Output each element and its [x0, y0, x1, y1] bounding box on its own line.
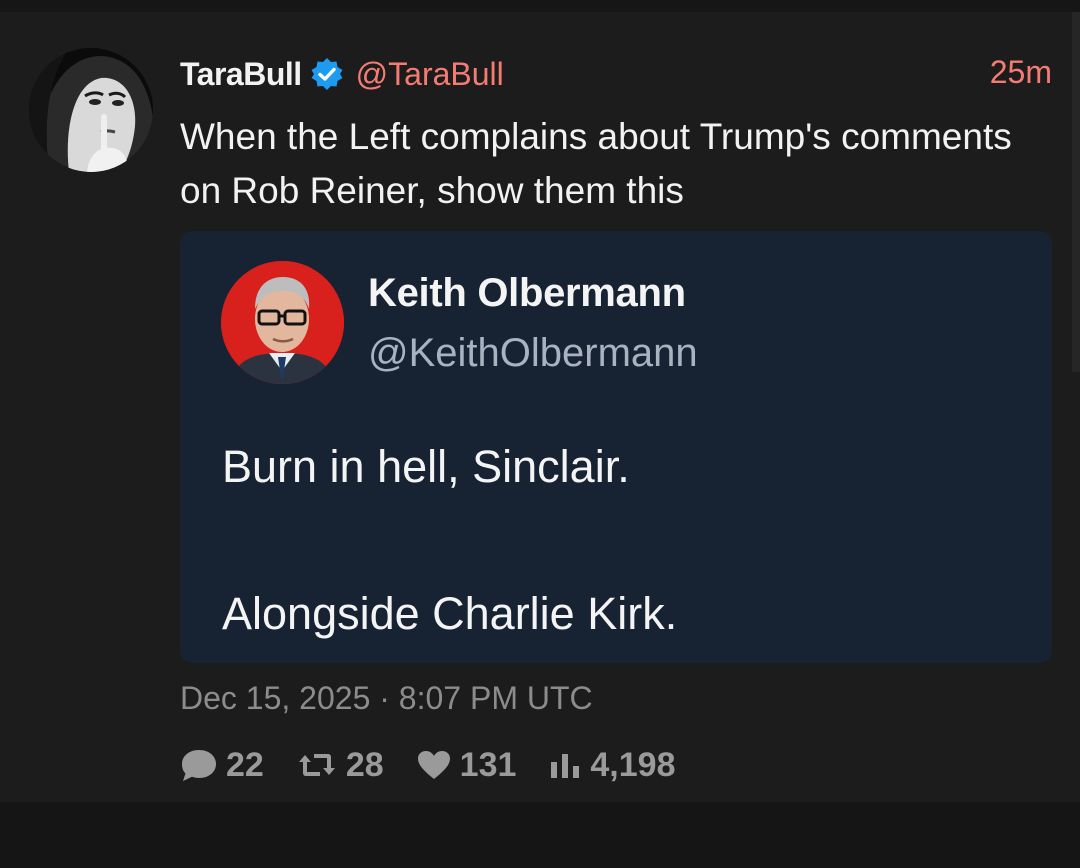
- author-line: TaraBull @TaraBull: [180, 54, 504, 94]
- tweet[interactable]: TaraBull @TaraBull 25m When the Left com…: [0, 12, 1080, 802]
- bottom-divider: [0, 802, 1080, 868]
- retweet-count: 28: [345, 745, 384, 784]
- retweet-icon: [298, 754, 335, 776]
- quoted-tweet-image[interactable]: Keith Olbermann @KeithOlbermann Burn in …: [180, 231, 1052, 663]
- quoted-text-line-1: Burn in hell, Sinclair.: [222, 441, 630, 492]
- scrollbar[interactable]: [1072, 12, 1080, 372]
- like-count: 131: [459, 745, 517, 784]
- author-avatar[interactable]: [29, 48, 153, 172]
- author-handle[interactable]: @TaraBull: [356, 56, 504, 93]
- like-button[interactable]: 131: [416, 745, 517, 785]
- bar-chart-icon: [551, 754, 580, 778]
- top-divider: [0, 0, 1080, 12]
- author-display-name[interactable]: TaraBull: [180, 56, 302, 93]
- retweet-button[interactable]: 28: [296, 746, 384, 785]
- tweet-time-ago[interactable]: 25m: [990, 54, 1052, 91]
- heart-icon: [417, 751, 450, 779]
- view-count: 4,198: [590, 745, 676, 784]
- quoted-handle: @KeithOlbermann: [368, 331, 698, 375]
- tweet-text: When the Left complains about Trump's co…: [180, 116, 1012, 211]
- views-button[interactable]: 4,198: [548, 746, 675, 785]
- reply-count: 22: [226, 745, 264, 784]
- quoted-avatar: [221, 261, 344, 384]
- verified-badge-icon: [310, 57, 344, 91]
- reply-icon: [182, 750, 216, 781]
- quoted-display-name: Keith Olbermann: [368, 271, 686, 315]
- reply-button[interactable]: 22: [180, 746, 264, 785]
- tweet-date[interactable]: Dec 15, 2025 · 8:07 PM UTC: [180, 680, 593, 717]
- tweet-stats: 22 28 131 4,198: [180, 742, 707, 788]
- quoted-text-line-2: Alongside Charlie Kirk.: [222, 588, 678, 639]
